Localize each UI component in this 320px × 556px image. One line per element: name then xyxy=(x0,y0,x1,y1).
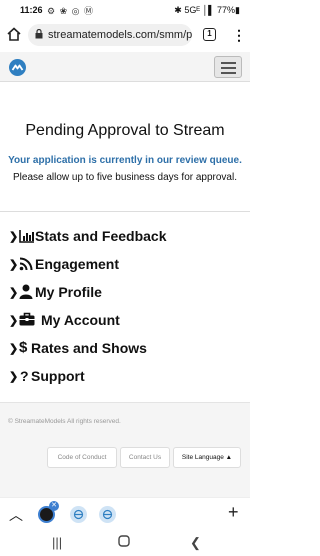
menu-item-label: Rates and Shows xyxy=(31,340,147,356)
menu-item-stats[interactable]: ❯ Stats and Feedback xyxy=(0,226,250,254)
bar-chart-icon xyxy=(19,228,35,244)
tab-thumbnail[interactable] xyxy=(99,506,116,523)
new-tab-icon[interactable]: + xyxy=(228,502,239,523)
streamate-logo[interactable] xyxy=(9,59,26,76)
system-navigation-bar: ||| ❮ xyxy=(0,530,250,556)
chevron-right-icon: ❯ xyxy=(9,371,19,383)
lock-icon xyxy=(35,24,43,46)
menu-item-label: Engagement xyxy=(35,256,120,272)
code-of-conduct-link[interactable]: Code of Conduct xyxy=(47,447,117,468)
contact-us-link[interactable]: Contact Us xyxy=(120,447,170,468)
user-icon xyxy=(19,284,35,300)
chevron-right-icon: ❯ xyxy=(9,315,19,327)
hamburger-icon xyxy=(221,62,236,64)
status-time: 11:26 xyxy=(20,5,43,15)
menu-item-support[interactable]: ❯ ? Support xyxy=(0,366,250,394)
url-text: streamatemodels.com/smm/pe xyxy=(48,29,192,41)
browser-bottom-bar: ︿ ✕ + xyxy=(0,497,250,530)
approval-time-text: Please allow up to five business days fo… xyxy=(12,172,237,183)
status-bar: 11:26 ⚙ ❀ ◎ Ⓜ ✱ 5Gᴱ │▌ 77%▮ xyxy=(0,0,250,20)
more-options-icon[interactable]: ⋮ xyxy=(232,26,246,44)
hamburger-menu-button[interactable] xyxy=(214,56,242,78)
menu-item-rates[interactable]: ❯ $ Rates and Shows xyxy=(0,338,250,366)
review-status-text: Your application is currently in our rev… xyxy=(8,155,242,166)
site-navbar xyxy=(0,52,250,82)
menu-item-label: Support xyxy=(31,368,85,384)
home-nav-icon[interactable] xyxy=(118,535,130,550)
browser-toolbar: streamatemodels.com/smm/pe 1 ⋮ xyxy=(0,20,250,52)
rss-icon xyxy=(19,256,35,272)
chevron-up-icon[interactable]: ︿ xyxy=(9,505,23,525)
menu-item-label: My Profile xyxy=(35,284,102,300)
chevron-right-icon: ❯ xyxy=(9,259,19,271)
back-nav-icon[interactable]: ❮ xyxy=(190,535,201,551)
menu-item-label: Stats and Feedback xyxy=(35,228,167,244)
chevron-right-icon: ❯ xyxy=(9,343,19,355)
chevron-right-icon: ❯ xyxy=(9,231,19,243)
menu-item-account[interactable]: ❯ My Account xyxy=(0,310,250,338)
tab-count-button[interactable]: 1 xyxy=(203,28,216,41)
copyright-text: © StreamateModels All rights reserved. xyxy=(8,418,121,425)
status-right-icons: ✱ 5Gᴱ │▌ 77%▮ xyxy=(174,5,240,15)
address-bar[interactable]: streamatemodels.com/smm/pe xyxy=(28,24,192,46)
close-tab-icon[interactable]: ✕ xyxy=(49,501,59,511)
briefcase-icon xyxy=(19,312,35,328)
site-language-dropdown[interactable]: Site Language ▲ xyxy=(173,447,241,468)
page-title: Pending Approval to Stream xyxy=(25,122,225,139)
recent-apps-icon[interactable]: ||| xyxy=(52,535,62,550)
home-icon[interactable] xyxy=(6,26,24,44)
chevron-right-icon: ❯ xyxy=(9,287,19,299)
tab-thumbnail[interactable] xyxy=(70,506,87,523)
menu-item-profile[interactable]: ❯ My Profile xyxy=(0,282,250,310)
page-footer: © StreamateModels All rights reserved. C… xyxy=(0,402,250,497)
menu-item-engagement[interactable]: ❯ Engagement xyxy=(0,254,250,282)
menu-item-label: My Account xyxy=(41,312,120,328)
dashboard-menu: ❯ Stats and Feedback ❯ Engagement ❯ My P… xyxy=(0,226,250,394)
divider xyxy=(0,211,250,212)
status-notification-icons: ⚙ ❀ ◎ Ⓜ xyxy=(47,6,94,16)
